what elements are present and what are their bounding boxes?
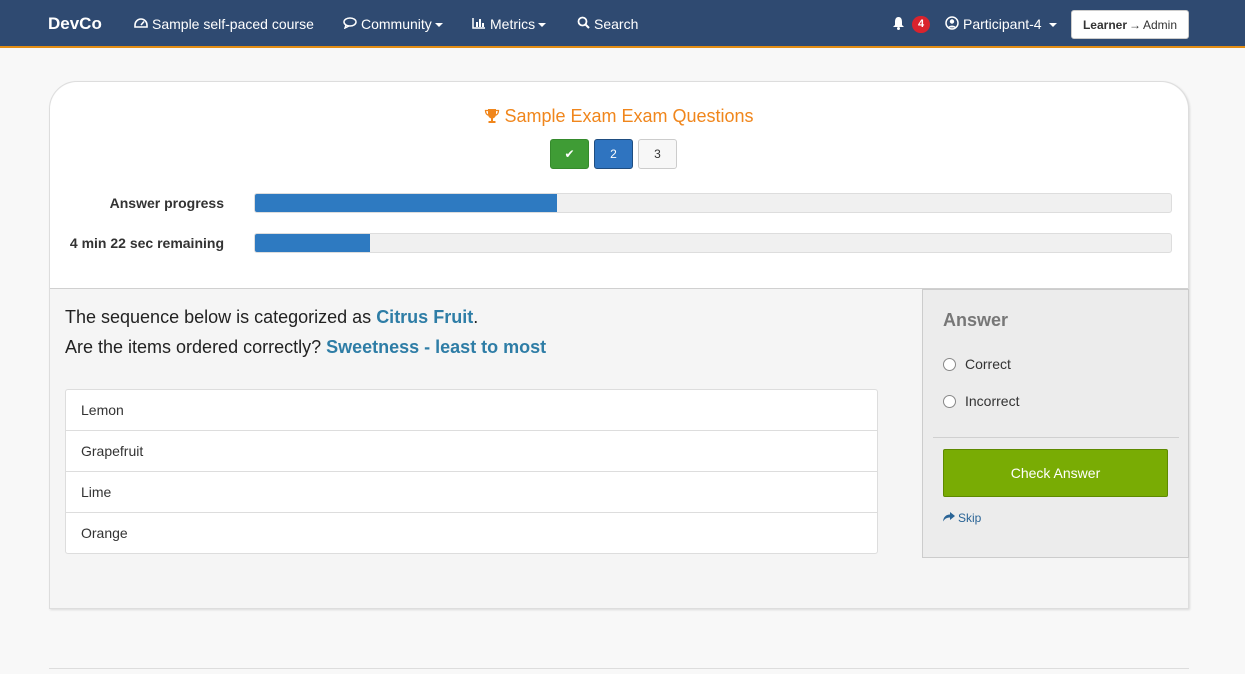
answer-title: Answer [943,310,1009,330]
check-answer-button[interactable]: Check Answer [943,449,1168,497]
correct-label: Correct [965,356,1011,372]
question-punctuation: . [473,307,479,327]
top-navbar: DevCo Sample self-paced course Community… [0,0,1245,48]
notification-count-badge: 4 [912,15,931,33]
exam-header: Sample Exam Exam Questions ✔ 2 3 Answer … [50,82,1188,289]
bell-icon [892,16,905,33]
arrow-right-icon: → [1129,17,1141,32]
share-icon [943,511,955,525]
nav-course-link[interactable]: Sample self-paced course [134,0,314,48]
time-remaining-fill [255,234,370,252]
question-prompt: Are the items ordered correctly? [65,337,327,357]
nav-community-dropdown[interactable]: Community [343,0,443,48]
nav-metrics-label: Metrics [490,16,536,32]
question-navigator: ✔ 2 3 [550,139,677,169]
comments-icon [343,16,357,32]
list-item: Lemon [66,390,877,431]
learner-admin-switch-button[interactable]: Learner → Admin [1071,10,1189,39]
nav-search-link[interactable]: Search [577,0,638,48]
sequence-list: Lemon Grapefruit Lime Orange [65,389,878,554]
skip-label: Skip [958,511,982,525]
question-2-button[interactable]: 2 [594,139,633,169]
nav-metrics-dropdown[interactable]: Metrics [472,0,547,48]
chevron-down-icon [538,22,547,27]
answer-progress-fill [255,194,558,212]
bar-chart-icon [472,16,486,32]
question-line-2: Are the items ordered correctly? Sweetne… [65,337,546,358]
answer-progress-label: Answer progress [109,195,224,211]
search-icon [577,16,590,32]
exam-title-text: Sample Exam Exam Questions [504,106,754,126]
role-from-label: Learner [1082,17,1127,32]
user-name-label: Participant-4 [963,16,1042,32]
incorrect-radio[interactable] [943,394,956,408]
question-area: The sequence below is categorized as Cit… [50,289,922,609]
chevron-down-icon [434,22,443,27]
footer-divider [49,668,1189,669]
list-item: Orange [81,525,128,541]
answer-sidebar: Answer Correct Incorrect Check Answer Sk… [922,289,1189,558]
question-line-1: The sequence below is categorized as Cit… [65,307,478,328]
correct-radio[interactable] [943,357,956,371]
nav-course-label: Sample self-paced course [152,16,314,32]
answer-progress-bar [254,193,1172,213]
time-remaining-label: 4 min 22 sec remaining [69,235,224,251]
question-3-button[interactable]: 3 [638,139,677,169]
exam-panel: Sample Exam Exam Questions ✔ 2 3 Answer … [49,81,1189,609]
answer-option-correct[interactable]: Correct [943,356,1011,372]
nav-community-label: Community [361,16,432,32]
skip-link[interactable]: Skip [943,511,981,525]
role-to-label: Admin [1143,17,1178,32]
answer-option-incorrect[interactable]: Incorrect [943,393,1019,409]
answer-divider [933,437,1179,438]
chevron-down-icon [1048,22,1057,27]
user-menu-dropdown[interactable]: Participant-4 [945,0,1057,48]
criterion-highlight: Sweetness - least to most [326,337,547,357]
trophy-icon [484,108,500,129]
brand-logo[interactable]: DevCo [48,0,102,48]
check-icon: ✔ [564,147,575,161]
notifications-button[interactable]: 4 [892,0,931,48]
list-item: Grapefruit [66,431,877,472]
question-1-button[interactable]: ✔ [550,139,589,169]
incorrect-label: Incorrect [965,393,1020,409]
dashboard-icon [134,16,148,32]
list-item: Lime [66,472,877,513]
nav-search-label: Search [594,16,639,32]
question-text: The sequence below is categorized as [65,307,377,327]
exam-title: Sample Exam Exam Questions [50,106,1188,129]
time-remaining-bar [254,233,1172,253]
user-circle-icon [945,15,959,33]
category-highlight: Citrus Fruit [376,307,474,327]
